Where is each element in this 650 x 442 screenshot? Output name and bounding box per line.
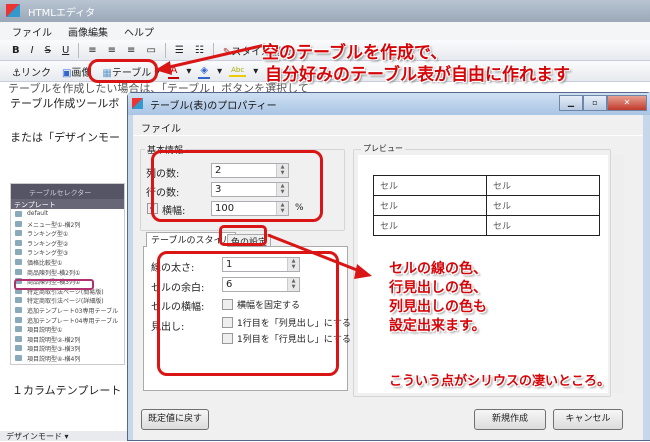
arrow-head-icon: [354, 264, 372, 279]
annotation-right: セルの線の色、 行見出しの色、 列見出しの色も 設定出来ます。: [389, 260, 487, 336]
arrow-to-table-button: [164, 43, 266, 70]
annotation-line: 設定出来ます。: [389, 318, 486, 334]
annotation-line: セルの線の色、: [389, 261, 487, 277]
annotation-line: 行見出しの色、: [389, 280, 487, 296]
annotation-bottom: こういう点がシリウスの凄いところ。: [389, 374, 611, 389]
annotation-top-line2: 自分好みのテーブル表が自由に作れます: [265, 65, 570, 85]
arrow-head-icon: [155, 61, 172, 75]
annotation-line: 列見出しの色も: [389, 299, 487, 315]
arrow-to-callout: [267, 233, 363, 274]
